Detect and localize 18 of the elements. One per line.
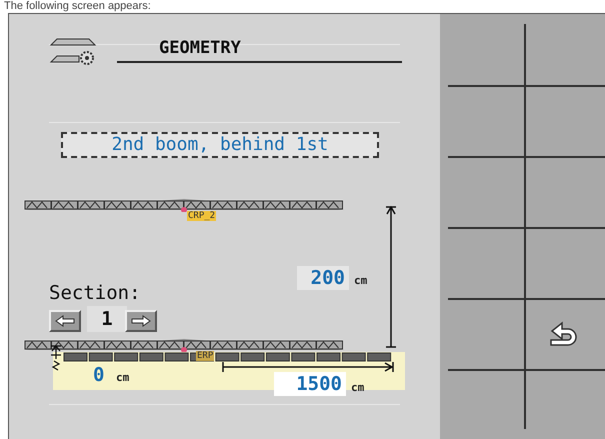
height-unit: cm [354,273,368,289]
boom-label: CRP_2 [187,211,216,221]
right-arrow-icon [131,315,151,327]
mode-label: 2nd boom, behind 1st [61,132,379,158]
offset-unit: cm [116,370,130,386]
width-field[interactable]: 1500 [274,372,346,396]
section-label: Section: [49,282,141,304]
height-field[interactable]: 200 [297,266,349,290]
previous-section-button[interactable] [49,310,81,332]
left-arrow-icon [55,315,75,327]
caption: The following screen appears: [3,0,152,13]
offset-value: 0 [93,364,104,386]
screen-title: GEOMETRY [159,37,241,60]
width-unit: cm [351,380,364,396]
next-section-button[interactable] [125,310,157,332]
boom-label: ERP [196,351,214,361]
section-number: 1 [87,306,127,332]
offset-dimension-arrow [51,345,61,371]
